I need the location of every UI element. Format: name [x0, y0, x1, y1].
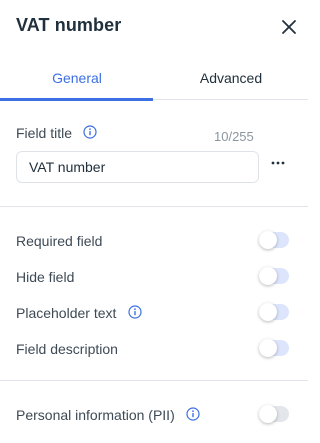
required-field-label: Required field: [16, 233, 103, 249]
toggle-knob: [259, 267, 277, 285]
placeholder-text-label: Placeholder text: [16, 305, 117, 321]
hide-field-label: Hide field: [16, 269, 75, 285]
placeholder-text-toggle[interactable]: [259, 303, 289, 321]
tab-general[interactable]: General: [0, 60, 154, 101]
toggle-knob: [259, 405, 277, 423]
info-icon[interactable]: [186, 407, 200, 421]
panel-header: VAT number: [0, 0, 308, 56]
divider: [0, 380, 308, 381]
character-counter: 10/255: [214, 129, 254, 144]
info-icon[interactable]: [128, 305, 142, 319]
tab-bar: General Advanced: [0, 60, 308, 101]
pii-toggle[interactable]: [259, 405, 289, 423]
toggle-knob: [259, 303, 277, 321]
pii-label: Personal information (PII): [16, 407, 175, 423]
tab-advanced[interactable]: Advanced: [154, 60, 308, 100]
toggle-knob: [259, 339, 277, 357]
toggle-knob: [259, 231, 277, 249]
field-title-input[interactable]: VAT number: [16, 151, 259, 183]
info-icon[interactable]: [83, 125, 97, 139]
required-field-toggle[interactable]: [259, 231, 289, 249]
field-description-label: Field description: [16, 341, 118, 357]
close-icon[interactable]: [278, 16, 300, 38]
hide-field-toggle[interactable]: [259, 267, 289, 285]
field-title-label: Field title: [16, 125, 73, 141]
more-icon[interactable]: [270, 155, 286, 171]
panel-title: VAT number: [16, 15, 122, 35]
divider: [0, 206, 308, 207]
field-description-toggle[interactable]: [259, 339, 289, 357]
